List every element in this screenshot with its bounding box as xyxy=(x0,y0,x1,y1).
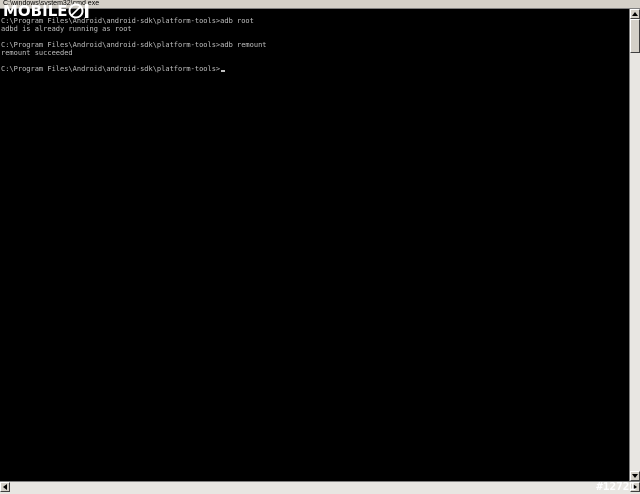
scroll-left-button[interactable] xyxy=(0,482,10,492)
scroll-up-button[interactable] xyxy=(630,9,640,19)
console-line: C:\Program Files\Android\android-sdk\pla… xyxy=(1,41,267,49)
vertical-scrollbar[interactable] xyxy=(629,9,640,481)
console-line: remount succeeded xyxy=(1,49,73,57)
text-cursor xyxy=(221,70,226,72)
triangle-left-icon xyxy=(3,484,7,490)
console-line: C:\Program Files\Android\android-sdk\pla… xyxy=(1,17,254,25)
console-prompt: C:\Program Files\Android\android-sdk\pla… xyxy=(1,65,221,73)
console-prompt-line[interactable]: C:\Program Files\Android\android-sdk\pla… xyxy=(1,65,621,73)
image-id-watermark: #12721 xyxy=(596,480,636,493)
console-line: adbd is already running as root xyxy=(1,25,132,33)
triangle-up-icon xyxy=(632,12,638,16)
horizontal-scrollbar[interactable] xyxy=(0,481,640,494)
vertical-scroll-thumb[interactable] xyxy=(630,19,640,53)
title-bar[interactable]: C:\windows\system32\cmd.exe xyxy=(0,0,640,9)
console-output[interactable]: C:\Program Files\Android\android-sdk\pla… xyxy=(1,17,621,73)
triangle-down-icon xyxy=(632,474,638,478)
